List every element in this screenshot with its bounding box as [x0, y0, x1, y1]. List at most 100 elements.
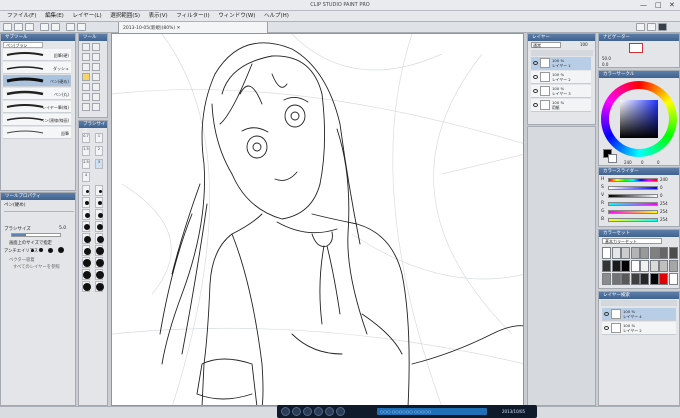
brush-size-cell[interactable]: 1 — [95, 133, 103, 143]
menu-layer[interactable]: レイヤー(L) — [72, 11, 101, 22]
color-swatch[interactable] — [630, 247, 640, 259]
color-swatch[interactable] — [630, 273, 640, 285]
menu-window[interactable]: ウィンドウ(W) — [218, 11, 255, 22]
color-slider-h[interactable]: H 240 — [601, 177, 673, 183]
color-swatch[interactable] — [640, 273, 649, 285]
zoom-tool-icon[interactable] — [82, 43, 90, 51]
brush-item-pencil-hard[interactable]: 鉛筆(硬) — [3, 49, 71, 61]
brush-size-preset[interactable] — [82, 221, 90, 232]
taskbar-app-icon[interactable] — [303, 407, 312, 416]
wand-tool-icon[interactable] — [82, 63, 90, 71]
color-slider-b[interactable]: B 254 — [601, 217, 673, 223]
color-swatch[interactable] — [621, 273, 630, 285]
brush-size-preset[interactable] — [82, 281, 91, 292]
slider-track[interactable] — [608, 218, 658, 222]
close-button[interactable]: ✕ — [669, 1, 675, 10]
brush-size-preset[interactable] — [95, 233, 104, 244]
brush-size-cell[interactable]: 1.5 — [82, 146, 90, 156]
brush-size-cell[interactable]: 2 — [95, 146, 103, 156]
antialias-weak[interactable] — [39, 248, 43, 252]
slider-track[interactable] — [608, 194, 658, 198]
refer-all-layers-option[interactable]: すべてのレイヤーを参照 — [13, 264, 60, 270]
slider-value[interactable]: 0 — [660, 185, 663, 190]
navigator-angle[interactable]: 0.0 — [602, 62, 608, 67]
color-swatch[interactable] — [659, 247, 668, 259]
menu-file[interactable]: ファイル(F) — [7, 11, 36, 22]
menu-selection[interactable]: 選択範囲(S) — [110, 11, 140, 22]
open-icon[interactable] — [14, 23, 23, 31]
select-tool-icon[interactable] — [82, 53, 90, 61]
redo-icon[interactable] — [51, 23, 60, 31]
slider-track[interactable] — [608, 210, 658, 214]
eyedropper-tool-icon[interactable] — [92, 63, 100, 71]
color-slider-s[interactable]: S0 — [601, 185, 673, 191]
taskbar-app-icon[interactable] — [292, 407, 301, 416]
taskbar-app-icon[interactable] — [314, 407, 323, 416]
color-swatch[interactable] — [602, 260, 611, 272]
brush-size-preset[interactable] — [95, 269, 104, 280]
color-set-select[interactable]: 基本カラーセット — [602, 238, 662, 244]
layer-row[interactable]: 100 % レイヤー 1 — [531, 57, 591, 70]
layer-row[interactable]: 100 % 用紙 — [531, 99, 591, 112]
color-swatch[interactable] — [668, 260, 678, 272]
brush-tool-icon[interactable] — [82, 83, 90, 91]
undo-icon[interactable] — [40, 23, 49, 31]
eraser-tool-icon[interactable] — [82, 93, 90, 101]
brush-item-pencil[interactable]: 鉛筆 — [3, 127, 71, 139]
vector-snap-option[interactable]: ベクター吸着 — [9, 257, 35, 263]
color-swatch[interactable] — [659, 260, 668, 272]
brush-item-pen-round[interactable]: ペン(丸) — [3, 88, 71, 100]
taskbar-app-icon[interactable] — [281, 407, 290, 416]
airbrush-tool-icon[interactable] — [92, 83, 100, 91]
color-swatch[interactable] — [668, 247, 678, 259]
maximize-button[interactable]: □ — [655, 1, 662, 10]
layer-opacity[interactable]: 100 — [580, 42, 588, 47]
brush-size-cell[interactable]: 2.5 — [82, 159, 90, 169]
clear-icon[interactable] — [66, 23, 75, 31]
blend-tool-icon[interactable] — [92, 93, 100, 101]
color-swatch[interactable] — [621, 260, 630, 272]
subtool-tab[interactable]: ペン|ブラシ — [3, 42, 43, 48]
visibility-eye-icon[interactable] — [533, 103, 538, 107]
brush-size-preset[interactable] — [82, 233, 91, 244]
antialias-strong[interactable] — [58, 247, 64, 253]
brush-size-preset[interactable] — [95, 185, 103, 196]
navigator-preview[interactable] — [629, 43, 643, 53]
visibility-eye-icon[interactable] — [533, 75, 538, 79]
taskbar-active-window[interactable]: ○○○ ○○○○○○ ○○○○○ — [377, 408, 487, 415]
slider-track[interactable] — [608, 202, 658, 206]
brush-size-preset[interactable] — [95, 209, 103, 220]
drawing-canvas[interactable] — [111, 33, 524, 406]
menu-edit[interactable]: 編集(E) — [45, 11, 64, 22]
color-swatch[interactable] — [630, 260, 640, 272]
brush-size-preset[interactable] — [82, 185, 90, 196]
layer-row[interactable]: 100 % レイヤー 3 — [531, 85, 591, 98]
visibility-eye-icon[interactable] — [604, 326, 609, 330]
color-slider-g[interactable]: G 254 — [601, 209, 673, 215]
menu-help[interactable]: ヘルプ(H) — [264, 11, 289, 22]
brush-size-cell[interactable]: 4 — [82, 172, 90, 182]
menu-view[interactable]: 表示(V) — [149, 11, 168, 22]
brush-item-dash[interactable]: ダッシュ — [3, 62, 71, 74]
fill-tool-icon[interactable] — [82, 103, 90, 111]
color-swatch[interactable] — [611, 247, 621, 259]
slider-value[interactable]: 254 — [660, 201, 668, 206]
new-icon[interactable] — [3, 23, 12, 31]
slider-value[interactable]: 0 — [660, 193, 663, 198]
move-tool-icon[interactable] — [92, 43, 100, 51]
color-swatch[interactable] — [649, 273, 659, 285]
brush-size-preset[interactable] — [95, 245, 104, 256]
minimize-button[interactable]: — — [640, 1, 647, 10]
color-swatch[interactable] — [611, 260, 621, 272]
brush-item-pen-lineart[interactable]: ペン(黒線/線画) — [3, 114, 71, 126]
save-icon[interactable] — [25, 23, 34, 31]
brush-size-preset[interactable] — [95, 281, 104, 292]
brush-item-pen-hard[interactable]: ペン(硬め) — [3, 75, 71, 87]
color-swatch[interactable] — [602, 273, 611, 285]
brush-size-preset[interactable] — [95, 221, 103, 232]
clip-studio-icon[interactable] — [636, 23, 645, 31]
pencil-tool-icon[interactable] — [92, 73, 100, 81]
settings-icon[interactable] — [647, 23, 656, 31]
color-swatch[interactable] — [602, 247, 611, 259]
pen-tool-icon[interactable] — [82, 73, 90, 81]
